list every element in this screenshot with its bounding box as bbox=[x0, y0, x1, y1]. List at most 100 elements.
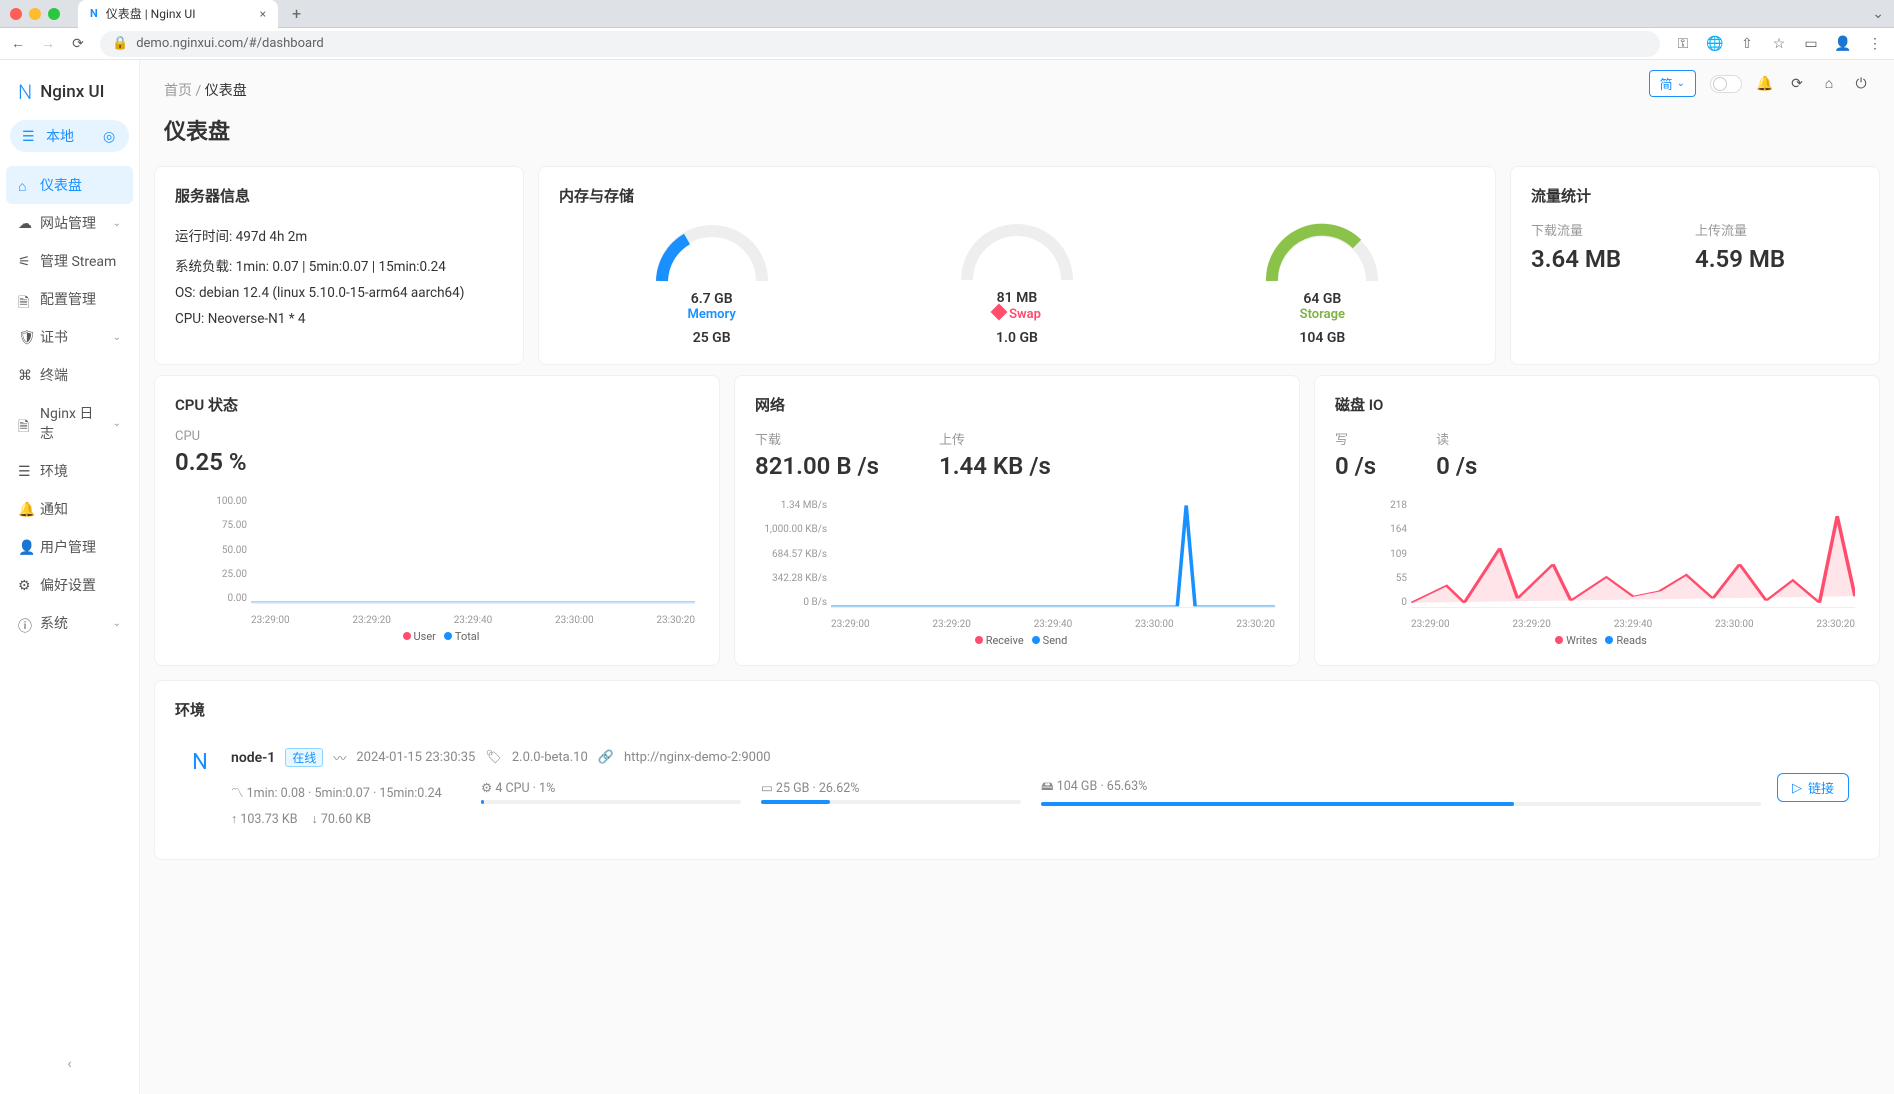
node-url: http://nginx-demo-2:9000 bbox=[624, 750, 771, 765]
gauge-value: 64 GB bbox=[1262, 291, 1382, 307]
app-logo[interactable]: N Nginx UI bbox=[6, 72, 133, 120]
sidebar-item-config[interactable]: 🗎配置管理 bbox=[6, 280, 133, 318]
nav-forward-icon[interactable]: → bbox=[40, 36, 56, 52]
node-connect-button[interactable]: ▷链接 bbox=[1777, 773, 1849, 802]
target-icon: ◎ bbox=[103, 129, 117, 143]
nav-back-icon[interactable]: ← bbox=[10, 36, 26, 52]
list-icon: ☰ bbox=[18, 464, 32, 478]
share-icon[interactable]: ⇧ bbox=[1738, 35, 1756, 53]
window-minimize[interactable] bbox=[29, 8, 41, 20]
address-bar[interactable]: 🔒 demo.nginxui.com/#/dashboard bbox=[100, 31, 1660, 57]
logout-icon[interactable]: ⏻ bbox=[1852, 75, 1870, 93]
gauge-total: 25 GB bbox=[652, 330, 772, 346]
mem-progress-bar bbox=[761, 800, 1021, 804]
language-selector[interactable]: 简⌄ bbox=[1649, 70, 1696, 97]
translate-icon[interactable]: 🌐 bbox=[1706, 35, 1724, 53]
bell-icon[interactable]: 🔔 bbox=[1756, 75, 1774, 93]
browser-toolbar: ← → ⟳ 🔒 demo.nginxui.com/#/dashboard ⚿ 🌐… bbox=[0, 28, 1894, 60]
window-controls bbox=[10, 8, 60, 20]
sidebar-item-certs[interactable]: 🛡证书⌄ bbox=[6, 318, 133, 356]
traffic-upload: 上传流量 4.59 MB bbox=[1695, 220, 1859, 273]
cpu-progress-bar bbox=[481, 800, 741, 804]
breadcrumb-home[interactable]: 首页 bbox=[164, 83, 192, 99]
disk-io-card: 磁盘 IO 写 0 /s 读 0 /s 218 164 109 bbox=[1314, 375, 1880, 666]
logo-icon: N bbox=[18, 80, 32, 104]
code-icon: ⌘ bbox=[18, 368, 32, 382]
disk-progress-bar bbox=[1041, 802, 1761, 806]
node-name: node-1 bbox=[231, 750, 275, 766]
sidebar-item-dashboard[interactable]: ⌂仪表盘 bbox=[6, 166, 133, 204]
window-maximize[interactable] bbox=[48, 8, 60, 20]
memory-gauge: 6.7 GB Memory 25 GB bbox=[652, 221, 772, 346]
sidebar-item-label: 偏好设置 bbox=[40, 575, 96, 595]
breadcrumb-current: 仪表盘 bbox=[205, 83, 247, 99]
sidebar-item-logs[interactable]: 🗎Nginx 日志⌄ bbox=[6, 394, 133, 452]
x-axis-ticks: 23:29:00 23:29:20 23:29:40 23:30:00 23:3… bbox=[831, 619, 1275, 630]
card-title: 网络 bbox=[755, 394, 1279, 415]
card-title: 环境 bbox=[175, 699, 1859, 720]
stat-value: 1.44 KB /s bbox=[939, 452, 1051, 480]
sidebar-item-sites[interactable]: ☁网站管理⌄ bbox=[6, 204, 133, 242]
share-icon: ⚟ bbox=[18, 254, 32, 268]
profile-icon[interactable]: 👤 bbox=[1834, 35, 1852, 53]
sidebar-item-env[interactable]: ☰环境 bbox=[6, 452, 133, 490]
network-card: 网络 下载 821.00 B /s 上传 1.44 KB /s 1.34 MB/… bbox=[734, 375, 1300, 666]
node-upload: ↑ 103.73 KB bbox=[231, 812, 298, 827]
chevron-down-icon: ⌄ bbox=[113, 618, 121, 629]
window-close[interactable] bbox=[10, 8, 22, 20]
chevron-down-icon: ⌄ bbox=[113, 418, 121, 429]
network-chart: 1.34 MB/s 1,000.00 KB/s 684.57 KB/s 342.… bbox=[755, 500, 1279, 630]
sidebar-item-label: 配置管理 bbox=[40, 289, 96, 309]
stat-label: 下载流量 bbox=[1531, 220, 1695, 239]
sidebar-item-terminal[interactable]: ⌘ 终端 bbox=[6, 356, 133, 394]
tag-icon: 🏷 bbox=[485, 750, 502, 765]
reload-icon[interactable]: ⟳ bbox=[1788, 75, 1806, 93]
node-status-badge: 在线 bbox=[285, 748, 323, 767]
logo-text: Nginx UI bbox=[40, 82, 104, 102]
y-axis-ticks: 218 164 109 55 0 bbox=[1335, 500, 1407, 608]
browser-tab[interactable]: N 仪表盘 | Nginx UI × bbox=[78, 0, 278, 28]
menu-icon[interactable]: ⋮ bbox=[1866, 35, 1884, 53]
sidebar-item-notify[interactable]: 🔔通知 bbox=[6, 490, 133, 528]
environment-selector[interactable]: ☰ 本地 ◎ bbox=[10, 120, 129, 152]
stat-label: 下载 bbox=[755, 429, 879, 448]
tab-overflow-icon[interactable]: ⌄ bbox=[1872, 6, 1884, 22]
gauge-total: 104 GB bbox=[1262, 330, 1382, 346]
stat-value: 0 /s bbox=[1436, 452, 1477, 480]
tab-close-icon[interactable]: × bbox=[260, 7, 266, 21]
card-title: 流量统计 bbox=[1531, 185, 1859, 206]
chart-legend: ReceiveSend bbox=[755, 634, 1279, 647]
user-icon: 👤 bbox=[18, 540, 32, 554]
sidebar-item-label: 证书 bbox=[40, 327, 68, 347]
sidebar-item-stream[interactable]: ⚟管理 Stream bbox=[6, 242, 133, 280]
gauge-label: Swap bbox=[1009, 307, 1041, 322]
sidebar-item-system[interactable]: ⓘ系统⌄ bbox=[6, 604, 133, 642]
sidebar-item-label: 通知 bbox=[40, 499, 68, 519]
sidebar-item-users[interactable]: 👤用户管理 bbox=[6, 528, 133, 566]
gauge-value: 6.7 GB bbox=[652, 291, 772, 307]
stat-label: 上传 bbox=[939, 429, 1051, 448]
card-title: 内存与存储 bbox=[559, 185, 1475, 206]
home-icon[interactable]: ⌂ bbox=[1820, 75, 1838, 93]
stat-label: 写 bbox=[1335, 429, 1376, 448]
panel-icon[interactable]: ▭ bbox=[1802, 35, 1820, 53]
server-info-card: 服务器信息 运行时间: 497d 4h 2m 系统负载: 1min: 0.07 … bbox=[154, 166, 524, 365]
sidebar-item-prefs[interactable]: ⚙偏好设置 bbox=[6, 566, 133, 604]
chart-legend: UserTotal bbox=[175, 630, 699, 643]
tab-title: 仪表盘 | Nginx UI bbox=[106, 5, 196, 22]
sidebar-item-label: 终端 bbox=[40, 365, 68, 385]
cloud-icon: ☁ bbox=[18, 216, 32, 230]
sidebar-item-label: 系统 bbox=[40, 613, 68, 633]
node-timestamp: 2024-01-15 23:30:35 bbox=[356, 750, 475, 765]
sidebar-collapse-button[interactable]: ‹ bbox=[6, 1046, 133, 1082]
storage-gauge: 64 GB Storage 104 GB bbox=[1262, 221, 1382, 346]
chart-legend: WritesReads bbox=[1335, 634, 1859, 647]
password-key-icon[interactable]: ⚿ bbox=[1674, 35, 1692, 53]
swap-gauge: 81 MB Swap 1.0 GB bbox=[957, 220, 1077, 346]
nav-reload-icon[interactable]: ⟳ bbox=[70, 36, 86, 52]
new-tab-button[interactable]: + bbox=[286, 4, 307, 23]
bookmark-icon[interactable]: ☆ bbox=[1770, 35, 1788, 53]
theme-toggle[interactable] bbox=[1710, 75, 1742, 93]
shield-icon: 🛡 bbox=[18, 330, 32, 344]
environments-card: 环境 N node-1 在线 〰 2024-01-15 23:30:35 🏷 2… bbox=[154, 680, 1880, 860]
